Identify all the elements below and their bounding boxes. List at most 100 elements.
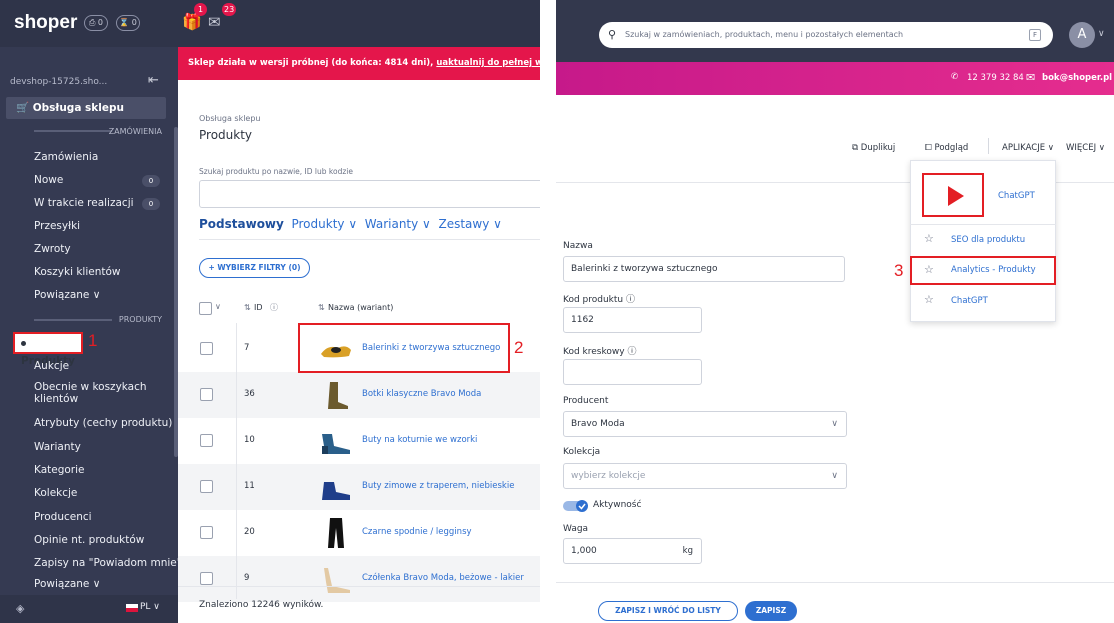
more-dropdown[interactable]: WIĘCEJ ∨ bbox=[1066, 143, 1105, 153]
youtube-app-icon[interactable] bbox=[922, 173, 984, 217]
product-thumbnail[interactable] bbox=[318, 516, 354, 550]
product-thumbnail[interactable] bbox=[318, 424, 354, 458]
breadcrumb[interactable]: Obsługa sklepu bbox=[199, 114, 261, 123]
col-name[interactable]: Nazwa (wariant) bbox=[328, 303, 393, 312]
code-input[interactable]: 1162 bbox=[563, 307, 702, 333]
email-link[interactable]: bok@shoper.pl bbox=[1042, 73, 1112, 83]
phone-number[interactable]: 12 379 32 84 bbox=[967, 73, 1024, 83]
nav-produkty-active[interactable]: Produkty bbox=[13, 332, 83, 367]
nav-przesylki[interactable]: Przesyłki bbox=[34, 220, 80, 232]
row-checkbox[interactable] bbox=[200, 342, 213, 355]
apps-dropdown[interactable]: APLIKACJE ∨ bbox=[1002, 143, 1054, 153]
menu-item-seo[interactable]: SEO dla produktu bbox=[951, 235, 1025, 245]
name-input[interactable]: Balerinki z tworzywa sztucznego bbox=[563, 256, 845, 282]
product-thumbnail[interactable] bbox=[318, 378, 354, 412]
nav-kolekcje[interactable]: Kolekcje bbox=[34, 487, 77, 499]
table-row[interactable]: 10 Buty na koturnie we wzorki bbox=[178, 418, 540, 464]
duplicate-button[interactable]: ⧉ Duplikuj bbox=[852, 143, 895, 153]
menu-item-chatgpt-featured[interactable]: ChatGPT bbox=[998, 191, 1035, 201]
nav-producenci[interactable]: Producenci bbox=[34, 511, 92, 523]
shop-name[interactable]: devshop-15725.sho... bbox=[10, 77, 107, 87]
row-id: 11 bbox=[244, 481, 255, 491]
nav-koszyki[interactable]: Koszyki klientów bbox=[34, 266, 120, 278]
sort-icon[interactable]: ⇅ bbox=[244, 303, 251, 312]
nav-obecnie-w-koszykach[interactable]: Obecnie w koszykach klientów bbox=[34, 381, 147, 405]
tab-produkty[interactable]: Produkty ∨ bbox=[291, 217, 357, 231]
duplicate-icon: ⧉ bbox=[852, 143, 859, 153]
chevron-down-icon[interactable]: ∨ bbox=[215, 302, 221, 311]
mail-icon[interactable]: ✉ bbox=[208, 13, 221, 31]
nav-warianty[interactable]: Warianty bbox=[34, 441, 81, 453]
sort-icon[interactable]: ⇅ bbox=[318, 303, 325, 312]
nav-opinie[interactable]: Opinie nt. produktów bbox=[34, 534, 144, 546]
shoper-logo: shoper bbox=[14, 12, 78, 33]
nav-aukcje[interactable]: Aukcje bbox=[34, 360, 69, 372]
right-screenshot: ⚲ Szukaj w zamówieniach, produktach, men… bbox=[556, 0, 1114, 623]
row-checkbox[interactable] bbox=[200, 388, 213, 401]
star-icon[interactable]: ☆ bbox=[924, 293, 934, 306]
table-row[interactable]: 11 Buty zimowe z traperem, niebieskie bbox=[178, 464, 540, 510]
language-select[interactable]: PL ∨ bbox=[140, 602, 160, 612]
layers-icon[interactable]: ◈ bbox=[16, 602, 24, 615]
help-icon[interactable]: ⓘ bbox=[270, 302, 278, 313]
row-checkbox[interactable] bbox=[200, 480, 213, 493]
product-search-input[interactable] bbox=[199, 180, 540, 208]
nav-powiazane-products[interactable]: Powiązane ∨ bbox=[34, 578, 100, 590]
tasks-counter[interactable]: ⎙ 0 bbox=[84, 15, 108, 31]
row-checkbox[interactable] bbox=[200, 434, 213, 447]
select-filters-button[interactable]: + WYBIERZ FILTRY (0) bbox=[199, 258, 310, 278]
nav-zapisy[interactable]: Zapisy na "Powiadom mnie" bbox=[34, 557, 182, 569]
section-obsluga-sklepu[interactable]: 🛒 Obsługa sklepu bbox=[6, 97, 166, 119]
barcode-label: Kod kreskowy ⓘ bbox=[563, 347, 637, 357]
preview-button[interactable]: ⧠ Podgląd bbox=[925, 143, 968, 153]
cart-icon: 🛒 bbox=[16, 102, 30, 114]
product-link[interactable]: Buty na koturnie we wzorki bbox=[362, 435, 477, 445]
phone-icon: ✆ bbox=[951, 72, 959, 82]
table-row[interactable]: 9 Czółenka Bravo Moda, beżowe - lakier bbox=[178, 556, 540, 602]
search-icon: ⚲ bbox=[608, 28, 617, 41]
product-thumbnail[interactable] bbox=[318, 562, 354, 596]
weight-label: Waga bbox=[563, 524, 589, 534]
view-tabs: Podstawowy Produkty ∨ Warianty ∨ Zestawy… bbox=[199, 217, 502, 231]
row-id: 10 bbox=[244, 435, 255, 445]
row-checkbox[interactable] bbox=[200, 526, 213, 539]
menu-item-chatgpt[interactable]: ChatGPT bbox=[951, 296, 988, 306]
star-icon[interactable]: ☆ bbox=[924, 232, 934, 245]
avatar[interactable]: A bbox=[1069, 22, 1095, 48]
barcode-input[interactable] bbox=[563, 359, 702, 385]
table-row[interactable]: 20 Czarne spodnie / legginsy bbox=[178, 510, 540, 556]
global-search-input[interactable]: ⚲ Szukaj w zamówieniach, produktach, men… bbox=[599, 22, 1053, 48]
nav-zamowienia[interactable]: Zamówienia bbox=[34, 151, 98, 163]
product-thumbnail[interactable] bbox=[318, 470, 354, 504]
nav-nowe[interactable]: Nowe bbox=[34, 174, 63, 186]
nav-w-trakcie[interactable]: W trakcie realizacji bbox=[34, 197, 134, 209]
timer-counter[interactable]: ⌛ 0 bbox=[116, 15, 140, 31]
tab-zestawy[interactable]: Zestawy ∨ bbox=[438, 217, 501, 231]
product-link[interactable]: Czarne spodnie / legginsy bbox=[362, 527, 472, 537]
product-link[interactable]: Botki klasyczne Bravo Moda bbox=[362, 389, 481, 399]
collapse-sidebar-icon[interactable]: ⇤ bbox=[148, 73, 159, 88]
col-id[interactable]: ID bbox=[254, 303, 263, 312]
row-checkbox[interactable] bbox=[200, 572, 213, 585]
chevron-down-icon[interactable]: ∨ bbox=[1098, 29, 1105, 39]
nav-zwroty[interactable]: Zwroty bbox=[34, 243, 71, 255]
nav-kategorie[interactable]: Kategorie bbox=[34, 464, 85, 476]
active-toggle[interactable] bbox=[563, 499, 591, 513]
tab-warianty[interactable]: Warianty ∨ bbox=[365, 217, 431, 231]
save-and-back-button[interactable]: ZAPISZ I WRÓĆ DO LISTY bbox=[598, 601, 738, 621]
divider bbox=[178, 586, 540, 587]
nav-powiazane[interactable]: Powiązane ∨ bbox=[34, 289, 100, 301]
nav-atrybuty[interactable]: Atrybuty (cechy produktu) bbox=[34, 417, 172, 429]
save-button[interactable]: ZAPISZ bbox=[745, 601, 797, 621]
select-all-checkbox[interactable] bbox=[199, 302, 212, 315]
tab-podstawowy[interactable]: Podstawowy bbox=[199, 217, 284, 231]
product-link[interactable]: Buty zimowe z traperem, niebieskie bbox=[362, 481, 514, 491]
collection-select[interactable]: wybierz kolekcje ∨ bbox=[563, 463, 847, 489]
top-bar: shoper ⎙ 0 ⌛ 0 🎁 1 ✉ 23 bbox=[0, 0, 540, 47]
group-orders-label: ZAMÓWIENIA bbox=[108, 127, 162, 136]
table-row[interactable]: 36 Botki klasyczne Bravo Moda bbox=[178, 372, 540, 418]
upgrade-link[interactable]: uaktualnij do pełnej wersji bbox=[436, 58, 540, 68]
weight-input[interactable]: 1,000 kg bbox=[563, 538, 702, 564]
producer-select[interactable]: Bravo Moda ∨ bbox=[563, 411, 847, 437]
product-link[interactable]: Czółenka Bravo Moda, beżowe - lakier bbox=[362, 573, 524, 583]
